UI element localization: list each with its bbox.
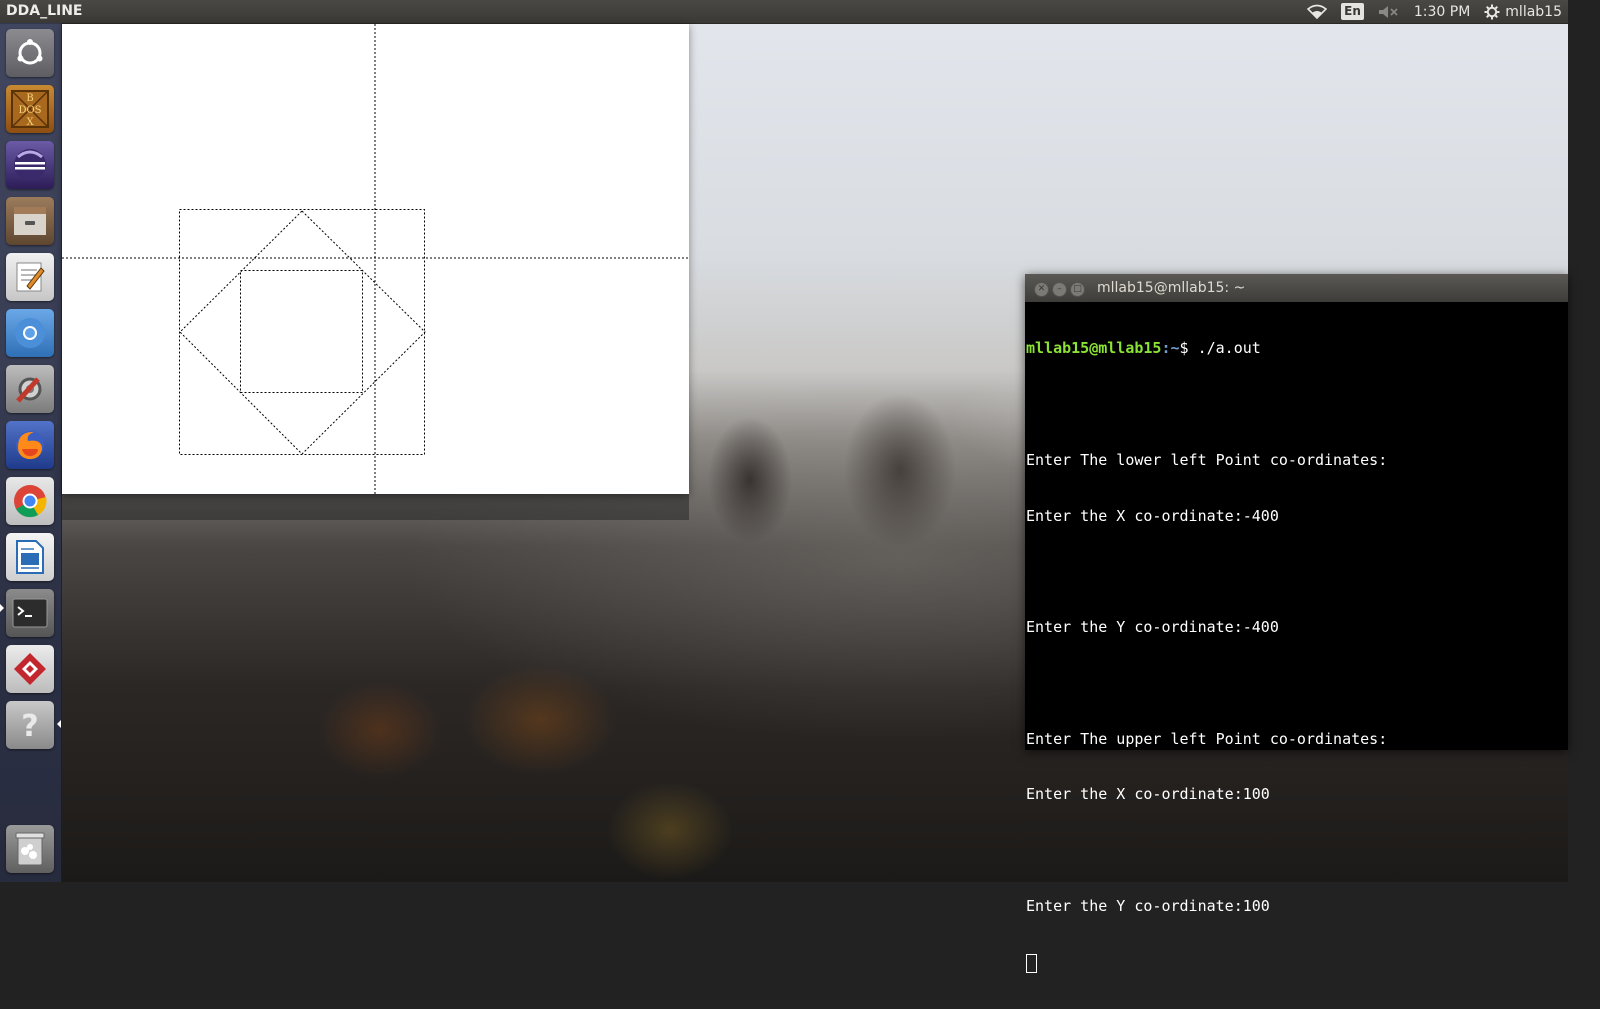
- libreoffice-writer-icon[interactable]: [6, 533, 54, 581]
- ubuntu-dash-icon[interactable]: [6, 29, 54, 77]
- dosbox-icon[interactable]: B DOS X: [6, 85, 54, 133]
- focused-indicator: [57, 720, 61, 728]
- minimize-button[interactable]: –: [1052, 282, 1067, 297]
- prompt-path: :~: [1161, 339, 1180, 358]
- volume-muted-icon[interactable]: [1378, 0, 1400, 23]
- command-text: ./a.out: [1197, 339, 1261, 358]
- output-line: Enter The lower left Point co-ordinates:: [1026, 450, 1388, 469]
- app-red-icon[interactable]: [6, 645, 54, 693]
- wallpaper-autumn-leaves: [150, 650, 850, 882]
- maximize-icon: □: [1073, 284, 1082, 294]
- close-button[interactable]: ✕: [1034, 282, 1049, 297]
- prompt-user: mllab15@mllab15: [1026, 339, 1162, 358]
- terminal-window[interactable]: ✕ – □ mllab15@mllab15: ~ mllab15@mllab15…: [1025, 274, 1568, 973]
- output-line: Enter the X co-ordinate:100: [1026, 785, 1270, 804]
- svg-text:?: ?: [21, 709, 38, 742]
- clock[interactable]: 1:30 PM: [1414, 0, 1470, 23]
- outer-square: [179, 209, 425, 455]
- eclipse-icon[interactable]: [6, 141, 54, 189]
- language-badge: En: [1341, 3, 1364, 20]
- system-settings-icon[interactable]: [6, 365, 54, 413]
- output-line: Enter the Y co-ordinate:-400: [1026, 618, 1279, 637]
- chrome-icon[interactable]: [6, 477, 54, 525]
- maximize-button[interactable]: □: [1070, 282, 1085, 297]
- diamond: [179, 210, 426, 455]
- prompt-symbol: $: [1179, 339, 1198, 358]
- terminal-output[interactable]: mllab15@mllab15:~$ ./a.out Enter The low…: [1026, 302, 1566, 973]
- text-editor-icon[interactable]: [6, 253, 54, 301]
- close-icon: ✕: [1037, 284, 1046, 294]
- keyboard-layout-indicator[interactable]: En: [1341, 0, 1364, 23]
- system-settings-icon: [1484, 4, 1500, 20]
- inner-square: [240, 270, 363, 393]
- launcher: B DOS X ?: [0, 23, 62, 882]
- svg-text:B: B: [26, 93, 33, 104]
- top-panel: DDA_LINE En 1:30 PM mllab15: [0, 0, 1568, 24]
- prompt-line: mllab15@mllab15:~$ ./a.out: [1026, 339, 1566, 358]
- svg-text:X: X: [26, 117, 34, 128]
- username: mllab15: [1505, 3, 1562, 20]
- chromium-icon[interactable]: [6, 309, 54, 357]
- active-app-title: DDA_LINE: [6, 3, 83, 19]
- session-menu[interactable]: mllab15: [1484, 0, 1562, 23]
- text-cursor: [1026, 953, 1037, 973]
- files-icon[interactable]: [6, 197, 54, 245]
- wifi-icon[interactable]: [1307, 0, 1328, 23]
- indicator-area: En 1:30 PM mllab15: [1307, 0, 1568, 23]
- output-line: Enter The upper left Point co-ordinates:: [1026, 729, 1388, 748]
- minimize-icon: –: [1057, 284, 1062, 294]
- graphics-canvas: [62, 24, 689, 494]
- help-icon[interactable]: ?: [6, 701, 54, 749]
- input-line[interactable]: [1026, 953, 1566, 973]
- graphics-window[interactable]: [62, 24, 689, 494]
- running-indicator: [0, 604, 4, 612]
- terminal-title: mllab15@mllab15: ~: [1097, 280, 1246, 296]
- graphics-window-shadow: [62, 494, 689, 520]
- terminal-titlebar[interactable]: ✕ – □ mllab15@mllab15: ~: [1025, 274, 1568, 302]
- output-line: Enter the X co-ordinate:-400: [1026, 506, 1279, 525]
- svg-text:DOS: DOS: [18, 105, 41, 116]
- trash-icon[interactable]: [6, 825, 54, 873]
- terminal-icon[interactable]: [6, 589, 54, 637]
- firefox-icon[interactable]: [6, 421, 54, 469]
